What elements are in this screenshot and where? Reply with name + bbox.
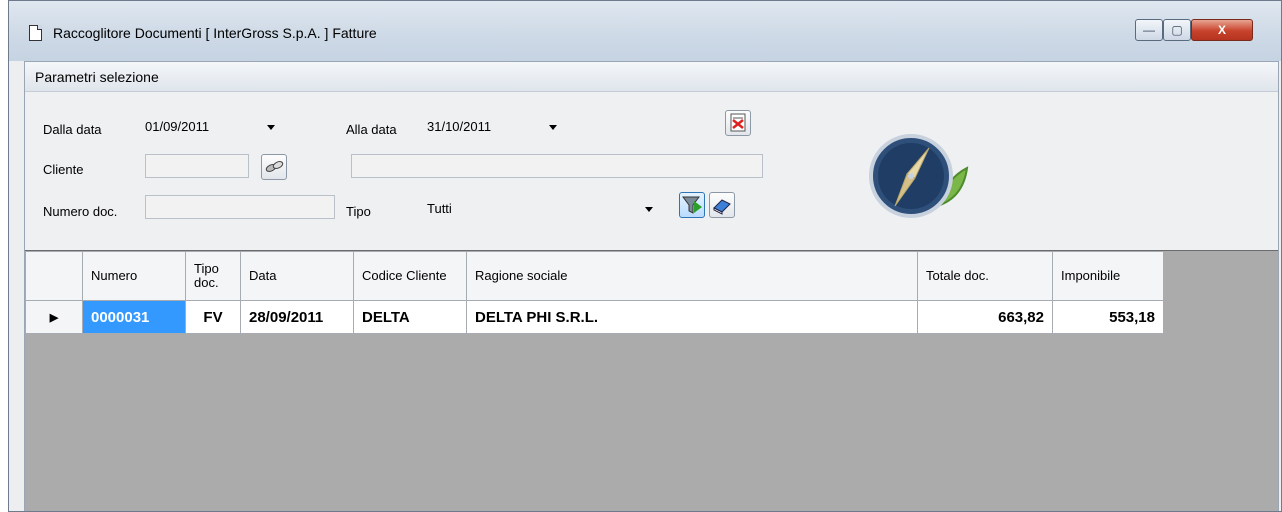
clear-dates-button[interactable] [725, 110, 751, 136]
to-date-label: Alla data [346, 122, 397, 137]
cell-totale[interactable]: 663,82 [917, 300, 1053, 334]
maximize-button[interactable]: ▢ [1163, 19, 1191, 41]
reset-filter-button[interactable] [709, 192, 735, 218]
table-row[interactable]: ▶ 0000031 FV 28/09/2011 DELTA DELTA PHI … [25, 300, 1164, 334]
cell-data[interactable]: 28/09/2011 [240, 300, 354, 334]
document-icon [29, 25, 42, 41]
type-select[interactable]: Tutti [427, 198, 659, 222]
chevron-down-icon[interactable] [645, 207, 653, 212]
compass-logo-icon [869, 134, 969, 218]
row-header-corner [25, 251, 83, 301]
close-button[interactable]: X [1191, 19, 1253, 41]
calendar-clear-icon [730, 113, 746, 132]
column-header-ragione[interactable]: Ragione sociale [466, 251, 918, 301]
to-date-value: 31/10/2011 [427, 119, 492, 134]
section-title: Parametri selezione [25, 62, 1278, 92]
title-bar[interactable]: Raccoglitore Documenti [ InterGross S.p.… [9, 1, 1281, 61]
doc-number-field[interactable] [145, 195, 335, 219]
client-lookup-button[interactable] [261, 154, 287, 180]
doc-number-label: Numero doc. [43, 204, 118, 219]
column-header-data[interactable]: Data [240, 251, 354, 301]
cell-tipo[interactable]: FV [185, 300, 241, 334]
cell-numero[interactable]: 0000031 [82, 300, 186, 334]
chevron-down-icon[interactable] [549, 125, 557, 130]
app-window: Raccoglitore Documenti [ InterGross S.p.… [8, 0, 1282, 512]
to-date-picker[interactable]: 31/10/2011 [427, 116, 563, 140]
client-name-field[interactable] [351, 154, 763, 178]
type-label: Tipo [346, 204, 371, 219]
minimize-button[interactable]: — [1135, 19, 1163, 41]
column-header-totale[interactable]: Totale doc. [917, 251, 1053, 301]
from-date-label: Dalla data [43, 122, 102, 137]
window-title: Raccoglitore Documenti [ InterGross S.p.… [53, 25, 377, 41]
filter-icon [682, 196, 702, 214]
column-header-imponibile[interactable]: Imponibile [1052, 251, 1164, 301]
client-label: Cliente [43, 162, 84, 177]
eraser-icon [713, 199, 731, 215]
client-code-field[interactable] [145, 154, 249, 178]
column-header-numero[interactable]: Numero [82, 251, 186, 301]
cell-codice[interactable]: DELTA [353, 300, 467, 334]
documents-table: Numero Tipo doc. Data Codice Cliente Rag… [25, 251, 1164, 334]
header-row: Numero Tipo doc. Data Codice Cliente Rag… [25, 251, 1164, 301]
from-date-picker[interactable]: 01/09/2011 [145, 116, 281, 140]
column-header-tipo[interactable]: Tipo doc. [185, 251, 241, 301]
chevron-down-icon[interactable] [267, 125, 275, 130]
from-date-value: 01/09/2011 [145, 119, 210, 134]
current-row-indicator[interactable]: ▶ [25, 300, 83, 334]
binoculars-icon [265, 161, 284, 172]
column-header-codice[interactable]: Codice Cliente [353, 251, 467, 301]
type-value: Tutti [427, 201, 452, 216]
cell-ragione[interactable]: DELTA PHI S.R.L. [466, 300, 918, 334]
cell-imponibile[interactable]: 553,18 [1052, 300, 1164, 334]
selection-panel: Parametri selezione Dalla data 01/09/201… [24, 61, 1279, 511]
apply-filter-button[interactable] [679, 192, 705, 218]
documents-grid[interactable]: Numero Tipo doc. Data Codice Cliente Rag… [25, 250, 1278, 511]
